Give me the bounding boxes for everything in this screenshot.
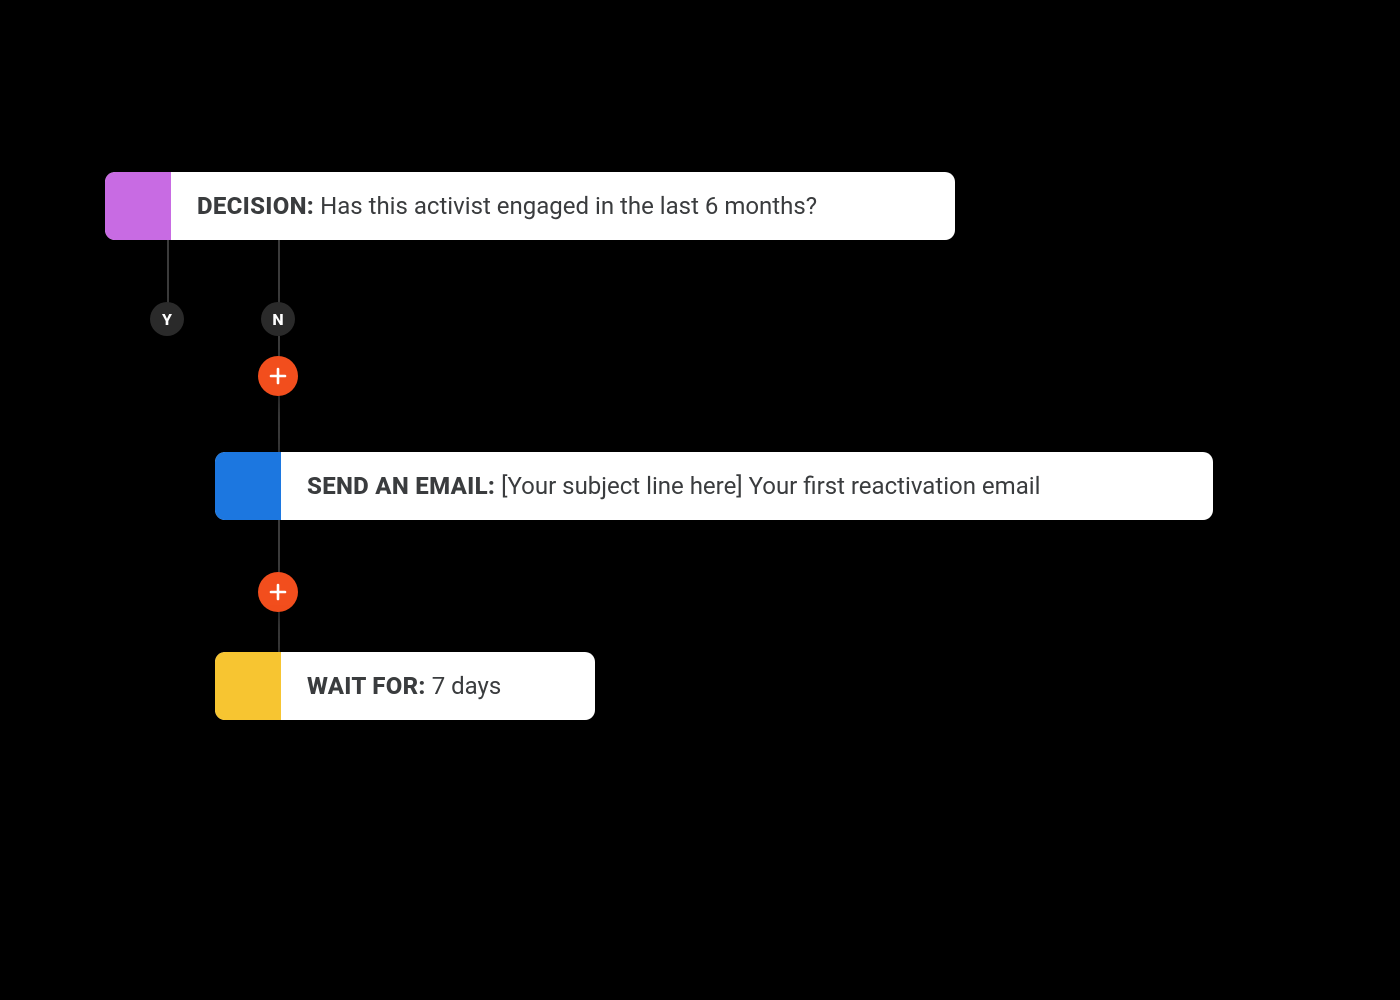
plus-icon xyxy=(269,367,287,385)
email-text: SEND AN EMAIL: [Your subject line here] … xyxy=(281,452,1066,520)
plus-icon xyxy=(269,583,287,601)
wait-text: WAIT FOR: 7 days xyxy=(281,652,527,720)
wait-swatch xyxy=(215,652,281,720)
add-step-button-1[interactable] xyxy=(258,356,298,396)
decision-value: Has this activist engaged in the last 6 … xyxy=(320,192,817,220)
decision-label: DECISION: xyxy=(197,192,314,220)
branch-yes[interactable]: Y xyxy=(150,302,184,336)
wait-label: WAIT FOR: xyxy=(307,672,426,700)
email-label: SEND AN EMAIL: xyxy=(307,472,495,500)
wait-value: 7 days xyxy=(432,672,502,700)
branch-no[interactable]: N xyxy=(261,302,295,336)
email-swatch xyxy=(215,452,281,520)
add-step-button-2[interactable] xyxy=(258,572,298,612)
decision-step[interactable]: DECISION: Has this activist engaged in t… xyxy=(105,172,955,240)
branch-no-label: N xyxy=(272,310,283,329)
wait-step[interactable]: WAIT FOR: 7 days xyxy=(215,652,595,720)
branch-yes-label: Y xyxy=(162,310,172,329)
email-step[interactable]: SEND AN EMAIL: [Your subject line here] … xyxy=(215,452,1213,520)
workflow-canvas: DECISION: Has this activist engaged in t… xyxy=(0,0,1400,1000)
decision-swatch xyxy=(105,172,171,240)
email-value: [Your subject line here] Your first reac… xyxy=(501,472,1040,500)
decision-text: DECISION: Has this activist engaged in t… xyxy=(171,172,843,240)
